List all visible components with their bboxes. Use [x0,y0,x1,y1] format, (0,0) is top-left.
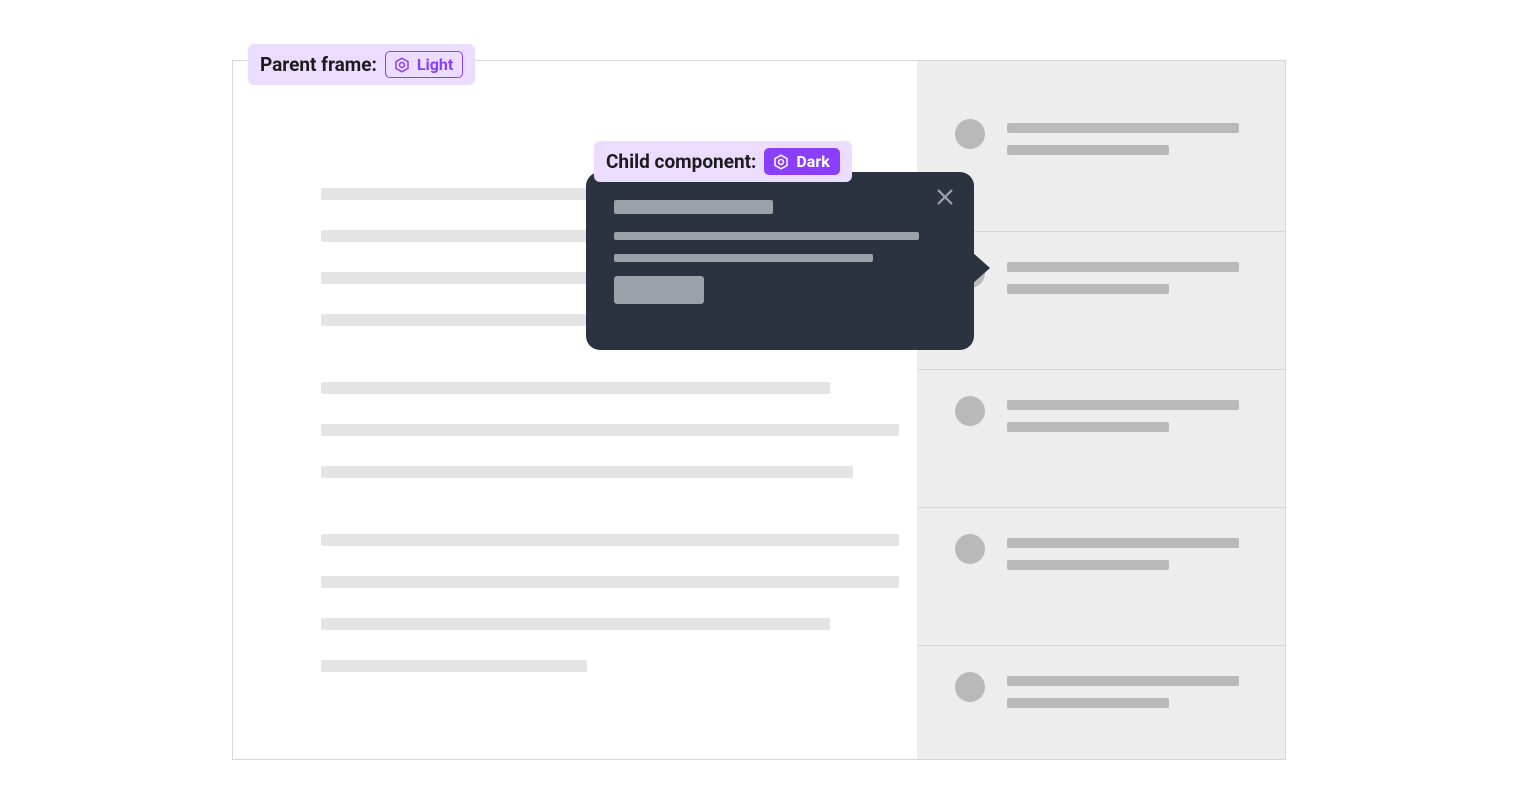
placeholder-line [321,188,587,200]
avatar [955,534,985,564]
list-item-text [1007,394,1239,507]
popover-arrow [972,252,990,284]
popover-button[interactable] [614,276,704,304]
close-button[interactable] [934,186,956,208]
placeholder-line [321,230,587,242]
popover-line [614,254,873,262]
list-item-text [1007,117,1239,231]
parent-mode-text: Light [417,55,453,74]
list-item-text [1007,670,1239,760]
placeholder-line [1007,538,1239,548]
list-item[interactable] [917,507,1285,645]
placeholder-line [321,424,899,436]
placeholder-line [1007,284,1169,294]
placeholder-line [321,314,587,326]
parent-mode-badge: Light [385,51,463,78]
variable-icon [393,56,411,74]
placeholder-line [321,466,853,478]
placeholder-line [321,660,587,672]
avatar [955,396,985,426]
child-component-label-text: Child component: [606,150,756,173]
parent-frame-label-text: Parent frame: [260,53,377,76]
placeholder-line [321,534,899,546]
placeholder-line [321,576,899,588]
list-item-text [1007,532,1239,645]
placeholder-line [321,618,830,630]
placeholder-line [321,382,830,394]
placeholder-line [1007,422,1169,432]
placeholder-line [1007,676,1239,686]
close-icon [934,186,956,208]
avatar [955,119,985,149]
placeholder-line [1007,698,1169,708]
popover-title-placeholder [614,200,773,214]
list-item[interactable] [917,369,1285,507]
placeholder-line [1007,400,1239,410]
placeholder-line [1007,123,1239,133]
avatar [955,672,985,702]
child-mode-text: Dark [796,152,829,171]
variable-icon [772,153,790,171]
placeholder-line [1007,560,1169,570]
child-mode-badge: Dark [764,148,839,175]
placeholder-line [1007,262,1239,272]
child-component-label: Child component: Dark [594,141,852,182]
placeholder-line [1007,145,1169,155]
popover-line [614,232,919,240]
list-item-text [1007,256,1239,369]
popover [586,172,974,350]
parent-frame-label: Parent frame: Light [248,44,475,85]
list-item[interactable] [917,645,1285,760]
sidebar [917,61,1285,759]
